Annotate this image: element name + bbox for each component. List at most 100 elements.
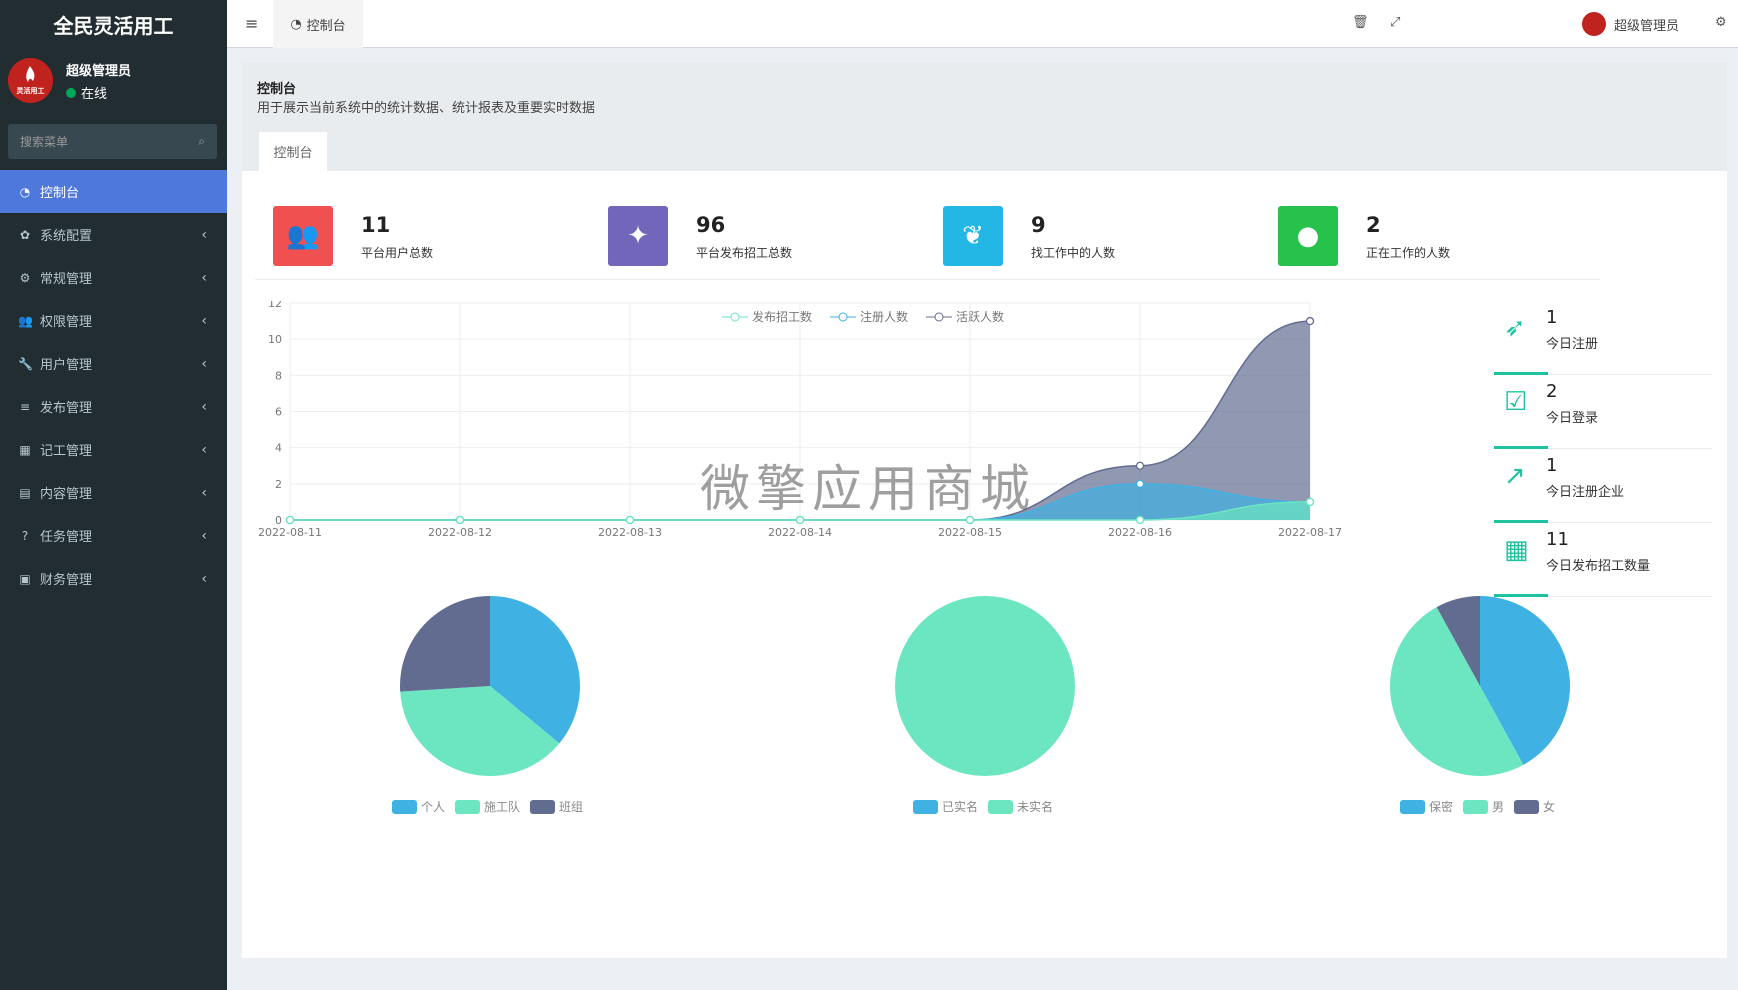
magic-icon: ✦ [608, 206, 668, 266]
data-point [1135, 479, 1145, 488]
search-placeholder: 搜索菜单 [20, 135, 69, 149]
app-logo[interactable]: 全民灵活用工 [0, 0, 227, 48]
sidebar-item-7[interactable]: ▤ 内容管理 ‹ [0, 471, 227, 514]
stat-value: 11 [361, 213, 391, 237]
sidebar-item-4[interactable]: 🔧 用户管理 ‹ [0, 342, 227, 385]
chevron-left-icon[interactable]: ‹ [201, 399, 207, 415]
sidebar-item-label: 控制台 [40, 186, 80, 201]
user-status-text: 在线 [81, 87, 108, 102]
x-tick-label: 2022-08-13 [598, 526, 662, 539]
today-stat-item: ☑ 2 今日登录 [1494, 375, 1712, 449]
chevron-left-icon[interactable]: ‹ [201, 442, 207, 458]
y-tick-label: 12 [268, 301, 282, 310]
trash-icon[interactable]: 🗑 [1352, 15, 1369, 30]
pie-legend-item[interactable]: 保密 [1400, 798, 1453, 815]
legend-swatch [913, 799, 938, 814]
pie-legend-item[interactable]: 施工队 [455, 798, 520, 815]
file-icon: ▤ [19, 485, 31, 500]
logo-badge-icon: 灵活用工 [8, 58, 53, 103]
user-icon: ● [1278, 206, 1338, 266]
top-user-menu[interactable]: 超级管理员 [1582, 12, 1679, 36]
pie-legend-verification: 已实名 未实名 [913, 798, 1053, 815]
today-stat-label: 今日发布招工数量 [1546, 559, 1651, 574]
dashboard-icon: ◔ [19, 184, 31, 199]
today-stat-label: 今日注册企业 [1546, 485, 1625, 500]
content-header: 控制台 用于展示当前系统中的统计数据、统计报表及重要实时数据 控制台 [242, 63, 1727, 171]
dashboard-icon: ◔ [290, 16, 302, 32]
sidebar-item-3[interactable]: 👥 权限管理 ‹ [0, 299, 227, 342]
dashboard-panel: 👥 11 平台用户总数 ✦ 96 平台发布招工总数 ❦ 9 找工作中的人数 ● 2 正在工作的人数 ➶… [242, 171, 1727, 958]
sidebar-item-label: 财务管理 [40, 573, 93, 588]
pie-legend-item[interactable]: 未实名 [988, 798, 1053, 815]
tab-dashboard-label: 控制台 [306, 18, 346, 34]
legend-swatch [988, 799, 1014, 814]
sidebar-item-8[interactable]: ? 任务管理 ‹ [0, 514, 227, 557]
chevron-left-icon[interactable]: ‹ [201, 528, 207, 544]
sidebar-item-6[interactable]: ▦ 记工管理 ‹ [0, 428, 227, 471]
sidebar-item-1[interactable]: ✿ 系统配置 ‹ [0, 213, 227, 256]
pie-legend-item[interactable]: 班组 [530, 798, 583, 815]
pie-chart-gender [1390, 596, 1570, 776]
stat-value: 96 [696, 213, 726, 237]
today-stat-item: ↗ 1 今日注册企业 [1494, 449, 1712, 523]
pie-legend-item[interactable]: 女 [1514, 798, 1555, 815]
today-stat-label: 今日注册 [1546, 337, 1599, 352]
y-tick-label: 2 [275, 478, 282, 491]
data-point [1305, 497, 1315, 507]
cogs-icon: ⚙ [19, 270, 31, 285]
pie-legend-item[interactable]: 个人 [392, 798, 445, 815]
today-stat-label: 今日登录 [1546, 411, 1599, 426]
y-tick-label: 8 [275, 369, 282, 382]
pie-slice [895, 596, 1075, 776]
today-stat-value: 11 [1546, 529, 1569, 550]
pie-legend-label: 男 [1492, 800, 1505, 814]
sidebar-item-5[interactable]: ≡ 发布管理 ‹ [0, 385, 227, 428]
chevron-left-icon[interactable]: ‹ [201, 571, 207, 587]
sidebar-item-0[interactable]: ◔ 控制台 [0, 170, 227, 213]
stat-value: 9 [1031, 213, 1046, 237]
pie-legend-label: 未实名 [1017, 800, 1054, 814]
chevron-left-icon[interactable]: ‹ [201, 485, 207, 501]
fullscreen-icon[interactable]: ⤢ [1390, 15, 1400, 30]
search-input[interactable]: 搜索菜单 ⌕ [8, 124, 217, 159]
stat-card: 👥 11 平台用户总数 [255, 206, 595, 280]
sidebar-item-9[interactable]: ▣ 财务管理 ‹ [0, 557, 227, 600]
chevron-left-icon[interactable]: ‹ [201, 356, 207, 372]
users-icon: 👥 [273, 206, 333, 266]
today-stat-item: ➶ 1 今日注册 [1494, 301, 1712, 375]
pie-legend-worker-type: 个人 施工队 班组 [392, 798, 583, 815]
legend-swatch [392, 799, 417, 814]
watermark: 微擎应用商城 [700, 460, 1036, 518]
data-point [455, 515, 465, 525]
sidebar-item-label: 用户管理 [40, 358, 93, 373]
gear-icon: ✿ [19, 227, 31, 242]
search-icon[interactable]: ⌕ [198, 134, 205, 149]
online-dot-icon [66, 87, 76, 98]
x-tick-label: 2022-08-16 [1108, 526, 1172, 539]
users-icon: 👥 [18, 313, 33, 328]
settings-cogs-icon[interactable]: ⚙ [1715, 15, 1727, 30]
pie-legend-label: 个人 [421, 800, 446, 814]
pie-legend-label: 保密 [1429, 800, 1454, 814]
menu-toggle-icon[interactable]: ≡ [245, 14, 258, 33]
data-point [625, 515, 635, 525]
chevron-left-icon[interactable]: ‹ [201, 313, 207, 329]
user-panel: 灵活用工 超级管理员 在线 [0, 48, 227, 118]
sidebar-item-label: 发布管理 [40, 401, 93, 416]
sidebar-item-label: 权限管理 [40, 315, 93, 330]
pie-legend-label: 女 [1543, 800, 1556, 814]
x-tick-label: 2022-08-11 [258, 526, 322, 539]
pie-legend-label: 已实名 [942, 800, 979, 814]
chevron-left-icon[interactable]: ‹ [201, 227, 207, 243]
sidebar-item-2[interactable]: ⚙ 常规管理 ‹ [0, 256, 227, 299]
chevron-left-icon[interactable]: ‹ [201, 270, 207, 286]
pie-legend-item[interactable]: 已实名 [913, 798, 978, 815]
stat-label: 正在工作的人数 [1366, 246, 1451, 260]
x-tick-label: 2022-08-12 [428, 526, 492, 539]
pie-legend-item[interactable]: 男 [1463, 798, 1504, 815]
svg-text:灵活用工: 灵活用工 [17, 86, 45, 95]
sidebar-item-label: 常规管理 [40, 272, 93, 287]
tab-dashboard-content[interactable]: 控制台 [259, 130, 327, 171]
page-title: 控制台 [257, 82, 297, 97]
tab-dashboard[interactable]: ◔ 控制台 [273, 0, 363, 48]
